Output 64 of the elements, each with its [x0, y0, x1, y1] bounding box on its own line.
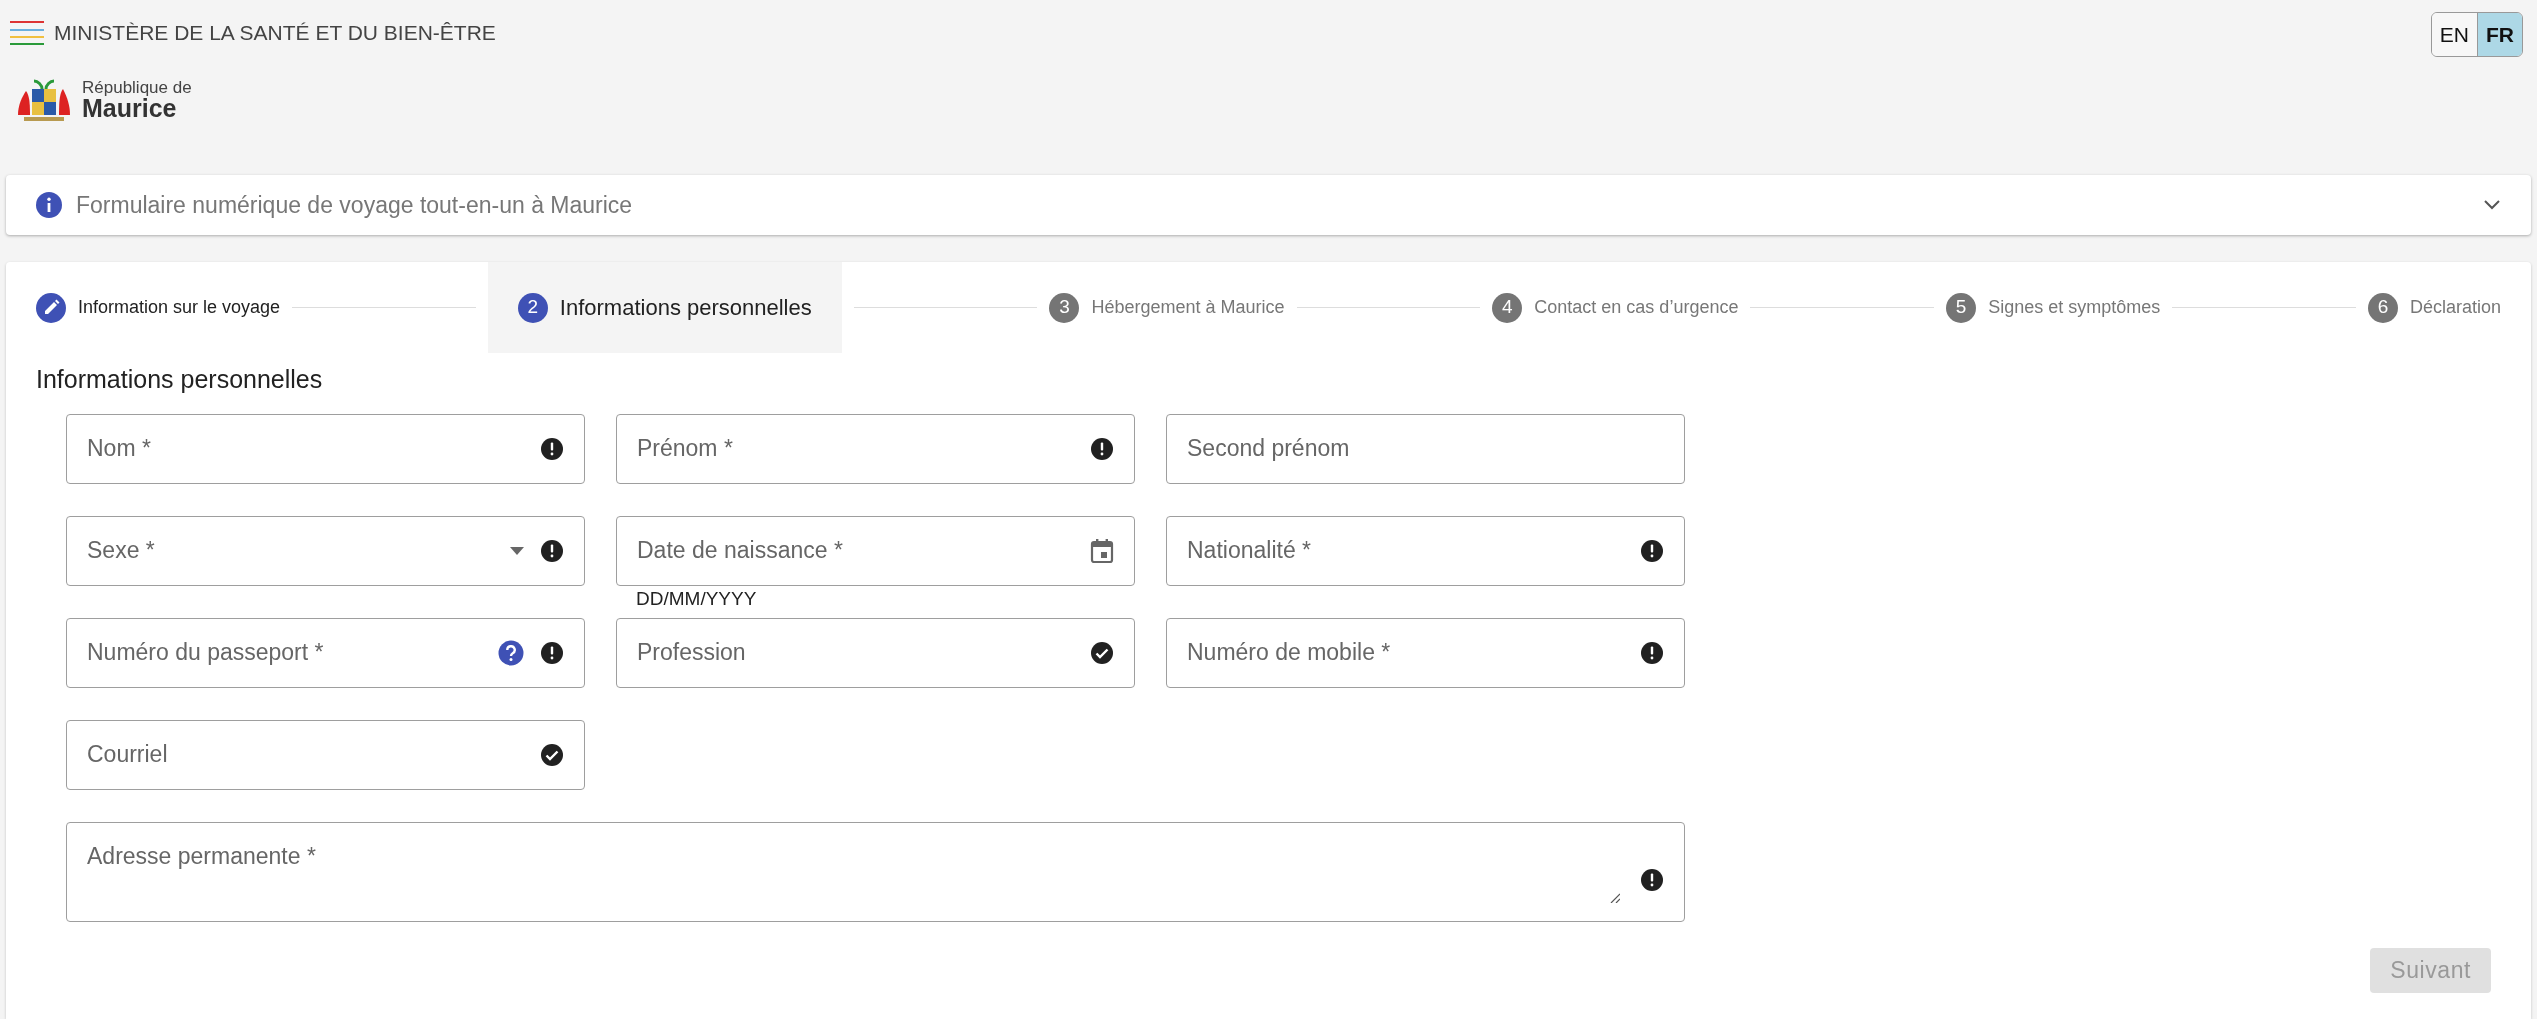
input-field[interactable]: Numéro du passeport * — [66, 617, 585, 688]
step-number: 6 — [2367, 292, 2398, 323]
field-label: Second prénom — [1187, 434, 1351, 464]
field-label: Prénom * — [637, 434, 734, 464]
field-label: Courriel — [87, 740, 169, 770]
ministry-title: MINISTÈRE DE LA SANTÉ ET DU BIEN-ÊTRE — [54, 20, 496, 46]
info-icon — [36, 192, 62, 218]
date-field[interactable]: Date de naissance * — [616, 515, 1135, 586]
input-field[interactable]: Numéro de mobile * — [1166, 617, 1685, 688]
pencil-icon — [36, 292, 66, 323]
step-label: Hébergement à Maurice — [1091, 296, 1285, 319]
input-field[interactable]: Second prénom — [1166, 413, 1685, 484]
field-label: Profession — [637, 638, 747, 668]
stepper-step[interactable]: 3 Hébergement à Maurice — [1049, 262, 1285, 353]
error-icon — [1640, 640, 1664, 665]
field-label: Sexe * — [87, 536, 156, 566]
step-label: Déclaration — [2409, 296, 2501, 319]
step-label: Signes et symptômes — [1988, 296, 2161, 319]
stepper-step[interactable]: 2 Informations personnelles — [487, 262, 842, 353]
step-number: 4 — [1492, 292, 1523, 323]
error-icon — [540, 640, 564, 665]
step-label: Information sur le voyage — [78, 296, 281, 319]
logo-subtitle: République de — [82, 78, 192, 96]
check-icon — [540, 742, 564, 767]
select-field[interactable]: Sexe * — [66, 515, 585, 586]
stepper-step[interactable]: 6 Déclaration — [2367, 262, 2501, 353]
helper-text: DD/MM/YYYY — [636, 587, 757, 610]
section-title: Informations personnelles — [36, 364, 324, 395]
error-icon — [540, 538, 564, 563]
accordion-title: Formulaire numérique de voyage tout-en-un à Maurice — [76, 190, 634, 220]
step-number: 2 — [517, 292, 548, 323]
calendar-icon[interactable] — [1090, 537, 1114, 564]
check-icon — [1090, 640, 1114, 665]
info-accordion[interactable]: Formulaire numérique de voyage tout-en-un à Maurice — [6, 175, 2531, 235]
field-label: Nom * — [87, 434, 152, 464]
step-number: 5 — [1946, 292, 1977, 323]
field-label: Date de naissance * — [637, 536, 844, 566]
input-field[interactable]: Prénom * — [616, 413, 1135, 484]
stepper-step[interactable]: 5 Signes et symptômes — [1946, 262, 2161, 353]
input-field[interactable]: Courriel — [66, 719, 585, 790]
textarea-field[interactable]: Adresse permanente * — [66, 821, 1685, 922]
logo-title: Maurice — [82, 95, 178, 121]
step-label: Contact en cas d’urgence — [1534, 296, 1739, 319]
help-icon[interactable] — [498, 639, 524, 666]
error-icon — [1090, 436, 1114, 461]
resize-handle-icon[interactable] — [1610, 892, 1620, 903]
field-label: Numéro du passeport * — [87, 638, 325, 668]
stepper-step[interactable]: Information sur le voyage — [36, 262, 281, 353]
field-label: Numéro de mobile * — [1187, 638, 1392, 668]
error-icon — [1640, 867, 1664, 892]
error-icon — [540, 436, 564, 461]
menu-icon[interactable] — [10, 19, 44, 46]
input-field[interactable]: Nom * — [66, 413, 585, 484]
error-icon — [1640, 538, 1664, 563]
input-field[interactable]: Profession — [616, 617, 1135, 688]
field-label: Nationalité * — [1187, 536, 1313, 566]
chevron-icon — [2483, 199, 2501, 211]
field-label: Adresse permanente * — [87, 841, 317, 871]
step-number: 3 — [1049, 292, 1080, 323]
dropdown-caret-icon[interactable] — [510, 546, 524, 555]
language-toggle[interactable]: FR — [2477, 13, 2522, 56]
stepper-step[interactable]: 4 Contact en cas d’urgence — [1492, 262, 1739, 353]
step-label: Informations personnelles — [559, 294, 812, 322]
input-field[interactable]: Nationalité * — [1166, 515, 1685, 586]
